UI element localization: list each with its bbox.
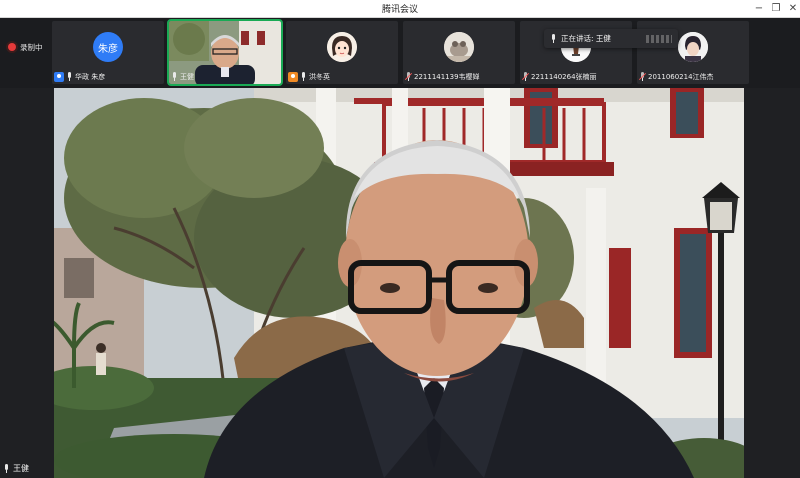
participant-strip: 录制中 朱彦 华政 朱彦 王健 洪冬英 2211141139韦樱婵 221114… xyxy=(0,18,800,88)
audio-level-icon xyxy=(646,34,672,43)
avatar xyxy=(678,32,708,62)
participant-name: 2211141139韦樱婵 xyxy=(414,72,480,81)
recording-label: 录制中 xyxy=(20,42,43,52)
record-icon xyxy=(8,43,16,51)
close-button[interactable]: ✕ xyxy=(786,2,800,15)
mic-muted-icon xyxy=(521,72,530,81)
participant-namebar: 华政 朱彦 xyxy=(54,71,105,82)
maximize-button[interactable]: ❐ xyxy=(769,2,783,15)
recording-indicator[interactable]: 录制中 xyxy=(8,40,43,54)
participant-tile-active[interactable]: 王健 xyxy=(167,19,283,86)
main-speaker-video[interactable] xyxy=(54,88,744,478)
mic-icon xyxy=(66,72,73,81)
avatar-text: 朱彦 xyxy=(98,43,118,55)
participant-name: 2211140264张楠丽 xyxy=(531,72,597,81)
avatar: 朱彦 xyxy=(93,32,123,62)
participant-name: 2011060214江伟杰 xyxy=(648,72,714,81)
participant-tile[interactable]: 朱彦 华政 朱彦 xyxy=(52,21,164,84)
minimize-button[interactable]: − xyxy=(752,2,766,15)
avatar xyxy=(444,32,474,62)
main-speaker-name: 王健 xyxy=(13,464,29,473)
host-icon xyxy=(288,71,298,82)
participant-namebar: 王健 xyxy=(171,71,194,82)
avatar xyxy=(327,32,357,62)
host-icon xyxy=(54,71,64,82)
speaking-indicator: 正在讲话: 王健 xyxy=(544,29,678,48)
meeting-window: 腾讯会议 − ❐ ✕ 录制中 朱彦 华政 朱彦 王健 洪冬英 221114113… xyxy=(0,0,800,478)
cartoon-avatar-icon xyxy=(327,32,357,62)
mic-muted-icon xyxy=(404,72,413,81)
participant-namebar: 洪冬英 xyxy=(288,71,330,82)
participant-namebar: 2211141139韦樱婵 xyxy=(404,71,480,82)
participant-name: 洪冬英 xyxy=(309,72,330,81)
photo-avatar-icon xyxy=(444,32,474,62)
mic-icon xyxy=(300,72,307,81)
main-speaker-label: 王健 xyxy=(3,463,29,474)
photo-avatar-icon xyxy=(678,32,708,62)
participant-namebar: 2211140264张楠丽 xyxy=(521,71,597,82)
participant-tile[interactable]: 洪冬英 xyxy=(286,21,398,84)
video-margin-right xyxy=(744,88,800,478)
window-title: 腾讯会议 xyxy=(381,5,418,15)
video-margin-left xyxy=(0,88,54,478)
participant-name: 华政 朱彦 xyxy=(75,72,106,81)
mic-muted-icon xyxy=(638,72,647,81)
title-bar: 腾讯会议 − ❐ ✕ xyxy=(0,0,800,18)
speaker-video-frame xyxy=(54,88,744,478)
mic-icon xyxy=(550,34,557,43)
participant-tile[interactable]: 2211141139韦樱婵 xyxy=(403,21,515,84)
participant-name: 王健 xyxy=(180,72,194,81)
mic-icon xyxy=(171,72,178,81)
participant-namebar: 2011060214江伟杰 xyxy=(638,71,714,82)
mic-icon xyxy=(3,464,10,473)
speaking-label: 正在讲话: 王健 xyxy=(561,34,611,43)
